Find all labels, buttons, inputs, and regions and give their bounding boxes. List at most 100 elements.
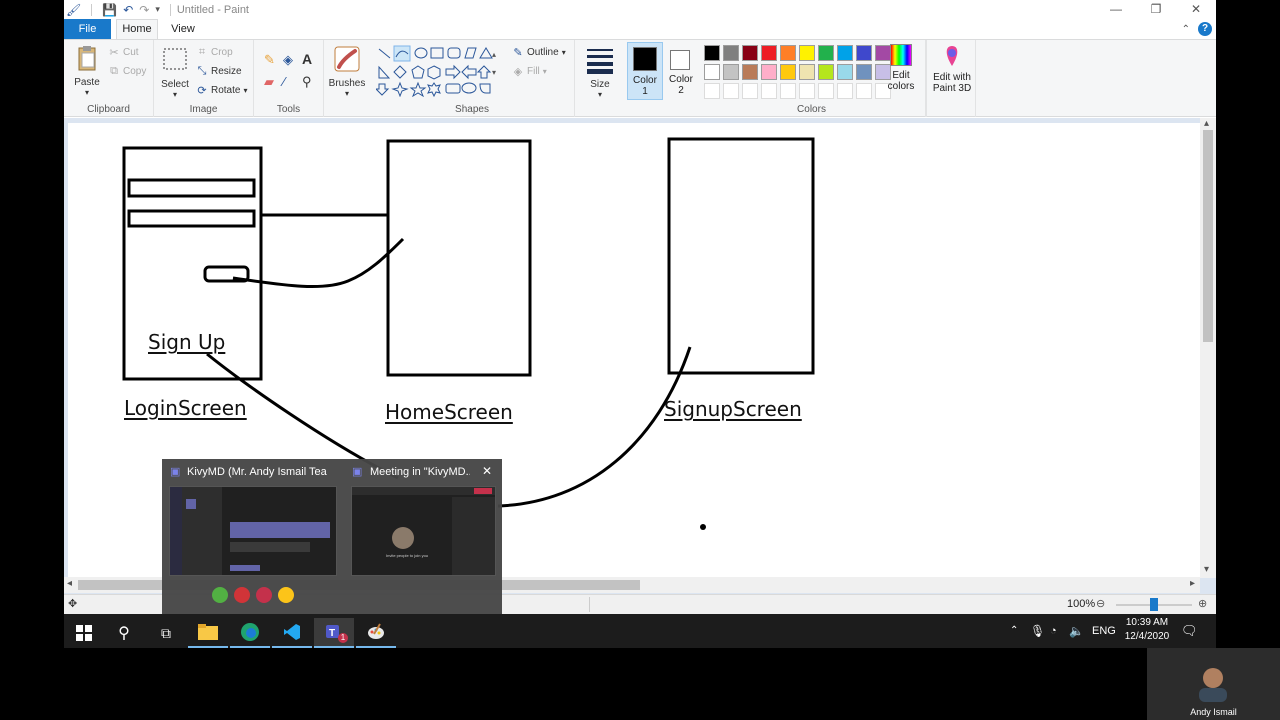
shapes-scroll-up-icon[interactable]: ▴: [492, 50, 496, 59]
custom-color-slot[interactable]: [742, 83, 758, 99]
color-swatch[interactable]: [837, 45, 853, 61]
network-icon[interactable]: ◔: [1050, 614, 1057, 648]
customize-toolbar-icon[interactable]: ▾: [155, 4, 160, 15]
color-swatch[interactable]: [742, 45, 758, 61]
paste-button[interactable]: Paste ▾: [70, 44, 104, 97]
task-view-icon[interactable]: ⧉: [146, 618, 186, 648]
microphone-icon[interactable]: 🎙: [1030, 614, 1045, 648]
window1-thumbnail[interactable]: [169, 486, 337, 576]
color2-button[interactable]: Color 2: [664, 42, 698, 100]
color-swatch[interactable]: [761, 64, 777, 80]
zoom-out-icon[interactable]: ⊖: [1096, 597, 1105, 610]
fill-bucket-icon[interactable]: ◈: [283, 52, 293, 68]
custom-color-slot[interactable]: [704, 83, 720, 99]
search-icon[interactable]: ⚲: [104, 618, 144, 648]
status-dnd-icon[interactable]: [256, 587, 272, 603]
brushes-button[interactable]: Brushes ▾: [328, 45, 366, 98]
login-screen-label: LoginScreen: [124, 396, 247, 420]
resize-button[interactable]: ⤡ Resize: [196, 65, 242, 78]
shapes-scroll-down-icon[interactable]: ▾: [492, 68, 496, 77]
help-icon[interactable]: ?: [1198, 22, 1212, 36]
custom-color-slot[interactable]: [761, 83, 777, 99]
window2-thumbnail[interactable]: Invite people to join you: [351, 486, 496, 576]
zoom-in-icon[interactable]: ⊕: [1198, 597, 1207, 610]
collapse-ribbon-icon[interactable]: ⌃: [1182, 24, 1190, 35]
color-swatch[interactable]: [780, 64, 796, 80]
custom-color-slot[interactable]: [837, 83, 853, 99]
fill-icon: ◈: [513, 66, 523, 78]
color-swatch[interactable]: [799, 64, 815, 80]
custom-color-slot[interactable]: [723, 83, 739, 99]
vertical-scroll-thumb[interactable]: [1203, 130, 1213, 342]
color-swatch[interactable]: [761, 45, 777, 61]
close-button[interactable]: ✕: [1176, 0, 1216, 19]
crop-button[interactable]: ⌗ Crop: [196, 46, 233, 59]
copy-button[interactable]: ⧉ Copy: [108, 65, 146, 78]
outline-button[interactable]: ✎ Outline ▾: [512, 46, 565, 59]
preview-close-icon[interactable]: ✕: [482, 464, 492, 478]
shapes-gallery[interactable]: [376, 45, 506, 97]
scroll-up-icon[interactable]: ▴: [1204, 118, 1209, 129]
windows-start-icon[interactable]: [64, 618, 104, 648]
redo-icon[interactable]: ↷: [139, 3, 149, 17]
size-button[interactable]: Size ▾: [583, 46, 617, 99]
custom-color-slot[interactable]: [818, 83, 834, 99]
color-swatch[interactable]: [818, 64, 834, 80]
minimize-button[interactable]: —: [1096, 0, 1136, 19]
volume-icon[interactable]: 🔈: [1069, 614, 1084, 648]
color-swatch[interactable]: [837, 64, 853, 80]
select-button[interactable]: Select ▾: [158, 46, 192, 99]
color-swatch[interactable]: [856, 45, 872, 61]
show-hidden-icons[interactable]: ⌃: [1010, 614, 1018, 648]
tab-view[interactable]: View: [162, 19, 204, 39]
zoom-slider-thumb[interactable]: [1150, 598, 1158, 611]
custom-color-slot[interactable]: [780, 83, 796, 99]
edge-browser-icon[interactable]: [230, 618, 270, 648]
tab-file[interactable]: File: [64, 19, 111, 39]
color-swatch[interactable]: [704, 64, 720, 80]
pencil-icon[interactable]: ✎: [264, 52, 275, 68]
eraser-icon[interactable]: ▰: [264, 74, 274, 90]
color-swatch[interactable]: [723, 64, 739, 80]
color1-button[interactable]: Color 1: [627, 42, 663, 100]
color-swatch[interactable]: [799, 45, 815, 61]
notifications-icon[interactable]: 🗨: [1181, 614, 1198, 648]
window1-title[interactable]: KivyMD (Mr. Andy Ismail Team'...: [187, 466, 327, 478]
fill-button[interactable]: ◈ Fill ▾: [512, 65, 547, 78]
status-busy-icon[interactable]: [234, 587, 250, 603]
save-icon[interactable]: 💾: [102, 3, 117, 17]
custom-color-slot[interactable]: [799, 83, 815, 99]
vscode-icon[interactable]: [272, 618, 312, 648]
color-swatch[interactable]: [704, 45, 720, 61]
clock[interactable]: 10:39 AM 12/4/2020: [1122, 616, 1172, 644]
rotate-button[interactable]: ⟳ Rotate ▾: [196, 84, 247, 97]
outline-icon: ✎: [513, 47, 523, 59]
window2-title[interactable]: Meeting in "KivyMD...: [370, 466, 470, 478]
color-swatch[interactable]: [723, 45, 739, 61]
restore-button[interactable]: ❐: [1136, 0, 1176, 19]
paint-taskbar-icon[interactable]: [356, 618, 396, 648]
color-swatch[interactable]: [780, 45, 796, 61]
scroll-left-icon[interactable]: ◂: [67, 578, 72, 589]
status-available-icon[interactable]: [212, 587, 228, 603]
scroll-right-icon[interactable]: ▸: [1190, 578, 1195, 589]
color-swatch[interactable]: [742, 64, 758, 80]
text-tool-icon[interactable]: A: [302, 51, 312, 67]
color-picker-icon[interactable]: ⁄: [283, 74, 285, 89]
custom-color-slot[interactable]: [856, 83, 872, 99]
vertical-scrollbar[interactable]: ▴ ▾: [1200, 118, 1216, 578]
color-swatch[interactable]: [856, 64, 872, 80]
teams-icon[interactable]: T 1: [314, 618, 354, 648]
language-indicator[interactable]: ENG: [1092, 614, 1116, 648]
undo-icon[interactable]: ↶: [123, 3, 133, 17]
taskbar: ⚲ ⧉ T 1 ⌃ 🎙 ◔ 🔈 ENG 10:39 AM 12/4/2020 🗨: [64, 614, 1216, 648]
edit-colors-button[interactable]: Edit colors: [882, 44, 920, 104]
magnifier-icon[interactable]: ⚲: [302, 74, 312, 90]
cut-button[interactable]: ✂ Cut: [108, 46, 138, 59]
edit-with-paint3d-button[interactable]: Edit with Paint 3D: [927, 44, 977, 94]
scroll-down-icon[interactable]: ▾: [1204, 564, 1209, 575]
status-away-icon[interactable]: [278, 587, 294, 603]
tab-home[interactable]: Home: [116, 19, 158, 40]
color-swatch[interactable]: [818, 45, 834, 61]
file-explorer-icon[interactable]: [188, 618, 228, 648]
